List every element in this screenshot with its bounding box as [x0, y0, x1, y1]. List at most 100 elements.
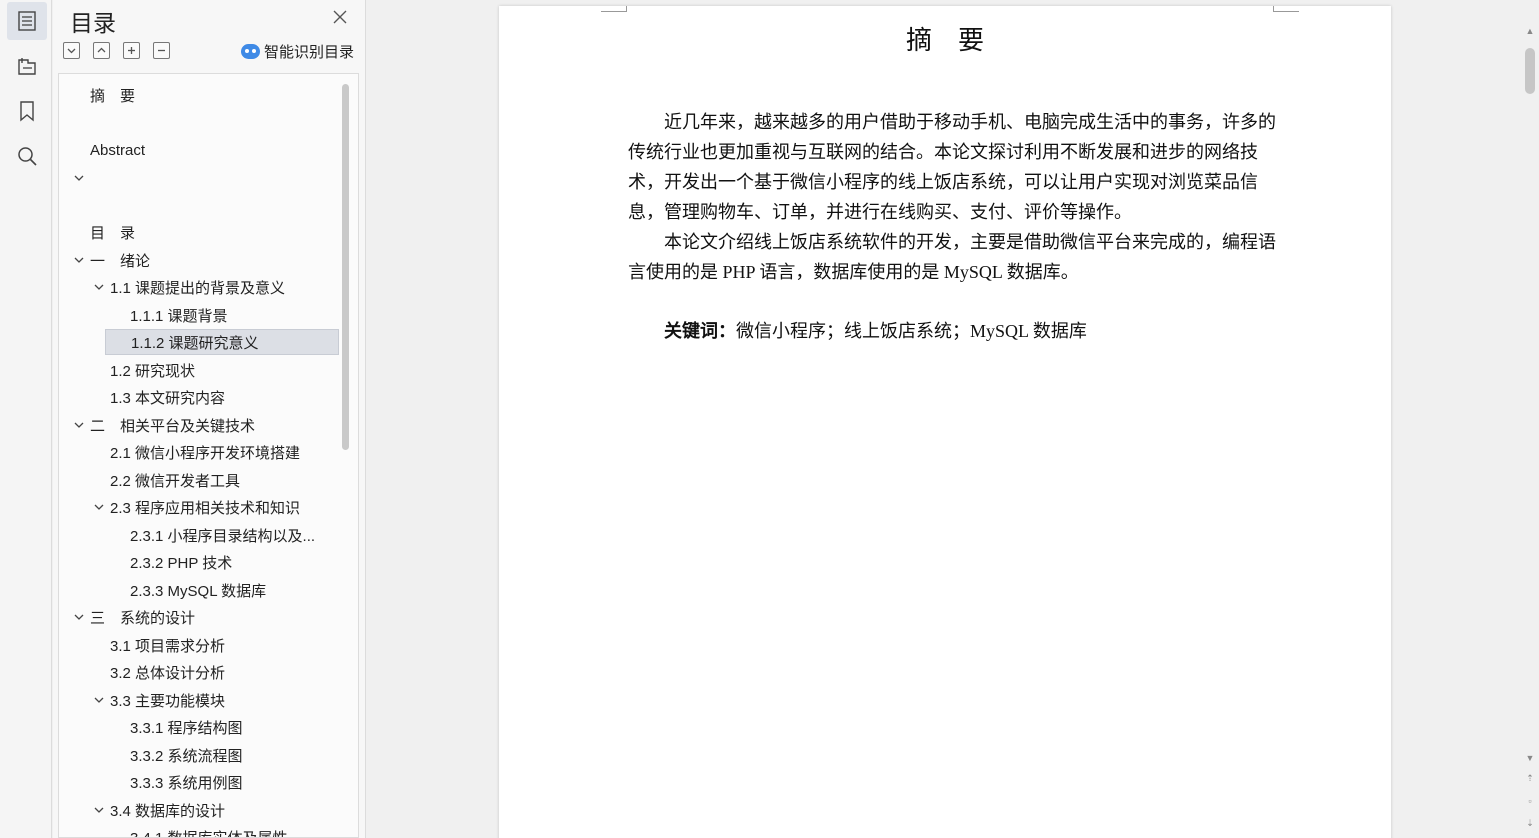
- toc-item[interactable]: 2.3.3 MySQL 数据库: [59, 577, 339, 603]
- chevron-down-icon[interactable]: [92, 500, 106, 514]
- toc-item-label: 三 系统的设计: [90, 609, 196, 627]
- chevron-down-icon[interactable]: [72, 610, 86, 624]
- close-icon[interactable]: [332, 9, 348, 25]
- chevron-down-icon[interactable]: [92, 280, 106, 294]
- outline-button[interactable]: [7, 47, 47, 85]
- toc-item-label: 1.1.2 课题研究意义: [131, 334, 259, 352]
- bookmark-icon: [20, 101, 34, 122]
- abstract-paragraph-1: 近几年来，越来越多的用户借助于移动手机、电脑完成生活中的事务，许多的传统行业也更…: [628, 112, 1276, 222]
- keywords-label: 关键词：: [664, 321, 736, 341]
- smart-recognize-label: 智能识别目录: [264, 44, 355, 61]
- toc-item[interactable]: 3.2 总体设计分析: [59, 659, 339, 685]
- toc-item-label: 3.4.1 数据库实体及属性: [130, 829, 288, 838]
- toc-item[interactable]: 摘 要: [59, 82, 339, 108]
- smart-recognize-toc-button[interactable]: 智能识别目录: [241, 41, 354, 62]
- remove-icon: [158, 49, 165, 52]
- chevron-down-icon[interactable]: [92, 693, 106, 707]
- toc-item-label: 3.1 项目需求分析: [110, 637, 226, 655]
- toc-item[interactable]: 2.3 程序应用相关技术和知识: [59, 494, 339, 520]
- chevron-down-icon[interactable]: [92, 803, 106, 817]
- chevron-down-icon[interactable]: [72, 171, 86, 185]
- toc-item-label: 1.3 本文研究内容: [110, 389, 226, 407]
- toc-item[interactable]: 3.3.3 系统用例图: [59, 769, 339, 795]
- bookmark-button[interactable]: [7, 92, 47, 130]
- toc-item[interactable]: 2.3.2 PHP 技术: [59, 549, 339, 575]
- toc-item-label: 摘 要: [90, 87, 136, 105]
- toc-item-label: 3.3.2 系统流程图: [130, 747, 243, 765]
- toc-item[interactable]: 三 系统的设计: [59, 604, 339, 630]
- next-page-icon[interactable]: ⇣: [1525, 818, 1535, 828]
- toc-toggle-button[interactable]: [7, 2, 47, 40]
- add-icon: [128, 47, 135, 54]
- toc-item[interactable]: 1.1.1 课题背景: [59, 302, 339, 328]
- toc-item[interactable]: [59, 165, 339, 191]
- scroll-down-icon[interactable]: ▼: [1525, 753, 1535, 763]
- toc-item[interactable]: 2.3.1 小程序目录结构以及...: [59, 522, 339, 548]
- toc-item-label: 1.2 研究现状: [110, 362, 196, 380]
- toc-item-label: 2.1 微信小程序开发环境搭建: [110, 444, 301, 462]
- toc-item-label: 3.3.1 程序结构图: [130, 719, 243, 737]
- prev-page-icon[interactable]: ⇡: [1525, 773, 1535, 783]
- toc-scrollbar[interactable]: [342, 84, 349, 450]
- toc-item[interactable]: 3.4.1 数据库实体及属性: [59, 824, 339, 838]
- toc-item-label: 2.2 微信开发者工具: [110, 472, 241, 490]
- ai-assistant-icon: [241, 44, 260, 59]
- toc-item-label: 二 相关平台及关键技术: [90, 417, 256, 435]
- toc-item[interactable]: 2.1 微信小程序开发环境搭建: [59, 439, 339, 465]
- document-viewer: 摘 要 近几年来，越来越多的用户借助于移动手机、电脑完成生活中的事务，许多的传统…: [366, 0, 1521, 838]
- outline-icon: [18, 58, 36, 75]
- toc-item[interactable]: 1.1 课题提出的背景及意义: [59, 274, 339, 300]
- scroll-up-icon[interactable]: ▲: [1525, 26, 1535, 36]
- page-icon[interactable]: ▫: [1525, 796, 1535, 806]
- toc-item[interactable]: 3.3.2 系统流程图: [59, 742, 339, 768]
- abstract-paragraph-2: 本论文介绍线上饭店系统软件的开发，主要是借助微信平台来完成的，编程语言使用的是 …: [628, 232, 1276, 282]
- expand-all-icon: [97, 47, 106, 53]
- collapse-all-button[interactable]: [63, 42, 80, 59]
- chevron-down-icon[interactable]: [72, 253, 86, 267]
- page-corner-mark: [1273, 6, 1299, 12]
- toc-item-label: 一 绪论: [90, 252, 151, 270]
- toc-item-label: 2.3.1 小程序目录结构以及...: [130, 527, 316, 545]
- page-corner-mark: [601, 6, 627, 12]
- toc-item[interactable]: 2.2 微信开发者工具: [59, 467, 339, 493]
- toc-item-label: 1.1.1 课题背景: [130, 307, 228, 325]
- chevron-down-icon[interactable]: [72, 418, 86, 432]
- keywords-text: 微信小程序；线上饭店系统；MySQL 数据库: [736, 321, 1087, 341]
- side-rail: [0, 0, 52, 838]
- toc-item[interactable]: 3.1 项目需求分析: [59, 632, 339, 658]
- add-entry-button[interactable]: [123, 42, 140, 59]
- toc-item[interactable]: 二 相关平台及关键技术: [59, 412, 339, 438]
- toc-item[interactable]: 3.3 主要功能模块: [59, 687, 339, 713]
- toc-item-label: 2.3.3 MySQL 数据库: [130, 582, 267, 600]
- toc-item[interactable]: 3.4 数据库的设计: [59, 797, 339, 823]
- toc-item-label: 3.2 总体设计分析: [110, 664, 226, 682]
- toc-item[interactable]: 1.3 本文研究内容: [59, 384, 339, 410]
- toc-item[interactable]: 3.3.1 程序结构图: [59, 714, 339, 740]
- search-button[interactable]: [7, 137, 47, 175]
- expand-all-button[interactable]: [93, 42, 110, 59]
- toc-item[interactable]: 目 录: [59, 219, 339, 245]
- scrollbar-thumb[interactable]: [1525, 48, 1535, 94]
- search-icon: [18, 147, 37, 166]
- keywords-line: 关键词：微信小程序；线上饭店系统；MySQL 数据库: [664, 317, 1087, 343]
- document-scrollbar[interactable]: ▲ ▼ ⇡ ▫ ⇣: [1521, 0, 1539, 838]
- collapse-all-icon: [67, 48, 76, 54]
- toc-item[interactable]: 1.2 研究现状: [59, 357, 339, 383]
- toc-item-label: 1.1 课题提出的背景及意义: [110, 279, 286, 297]
- toc-item-label: Abstract: [90, 141, 146, 159]
- toc-title: 目录: [70, 10, 116, 36]
- toc-item[interactable]: 一 绪论: [59, 247, 339, 273]
- toc-item[interactable]: 1.1.2 课题研究意义: [105, 329, 339, 355]
- toc-item-label: 2.3 程序应用相关技术和知识: [110, 499, 301, 517]
- toc-item-label: 目 录: [90, 224, 136, 242]
- toc-item-label: 3.4 数据库的设计: [110, 802, 226, 820]
- toc-item-label: 2.3.2 PHP 技术: [130, 554, 233, 572]
- document-page: 摘 要 近几年来，越来越多的用户借助于移动手机、电脑完成生活中的事务，许多的传统…: [499, 6, 1391, 838]
- toc-panel: 目录 智能识别目录 摘 要 Abstract 目 录一 绪论 1.1 课题提出的背景及…: [53, 0, 366, 838]
- toc-toolbar: [63, 42, 170, 59]
- remove-entry-button[interactable]: [153, 42, 170, 59]
- page-title: 摘 要: [905, 26, 984, 56]
- toc-item[interactable]: Abstract: [59, 137, 339, 163]
- toc-icon: [18, 11, 36, 31]
- toc-item-label: 3.3 主要功能模块: [110, 692, 226, 710]
